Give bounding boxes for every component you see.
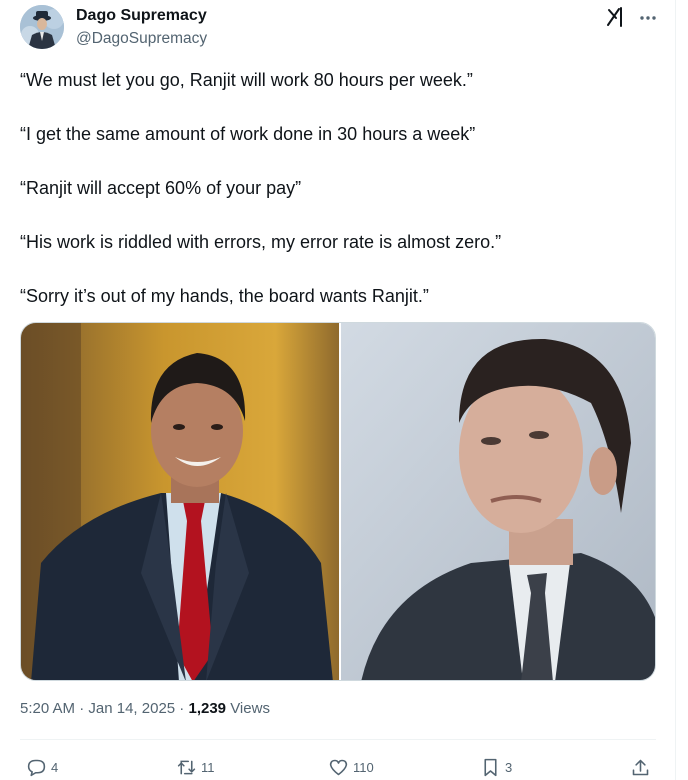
tweet-line: “I get the same amount of work done in 3…	[20, 124, 476, 144]
tweet-line: “Sorry it’s out of my hands, the board w…	[20, 286, 429, 306]
display-name[interactable]: Dago Supremacy	[76, 7, 207, 25]
reply-icon	[27, 759, 46, 776]
repost-button[interactable]: 11	[176, 755, 215, 779]
like-count: 110	[353, 759, 374, 775]
tweet-date[interactable]: Jan 14, 2025	[88, 700, 175, 717]
bookmark-button[interactable]: 3	[480, 755, 512, 779]
tweet-line: “We must let you go, Ranjit will work 80…	[20, 70, 473, 90]
share-button[interactable]	[630, 755, 651, 779]
reply-button[interactable]: 4	[26, 755, 58, 779]
repost-count: 11	[201, 759, 215, 775]
tweet-time[interactable]: 5:20 AM	[20, 700, 75, 717]
like-button[interactable]: 110	[328, 755, 374, 779]
meta-separator: ·	[75, 700, 89, 717]
bookmark-icon	[484, 758, 497, 776]
grok-icon[interactable]	[604, 5, 628, 29]
more-icon[interactable]	[638, 8, 658, 28]
tweet-line: “His work is riddled with errors, my err…	[20, 232, 502, 252]
bookmark-count: 3	[505, 759, 513, 775]
share-icon	[632, 759, 649, 775]
tweet-card: Dago Supremacy @DagoSupremacy “We must l…	[0, 0, 676, 780]
handle[interactable]: @DagoSupremacy	[76, 30, 207, 48]
views-count: 1,239	[188, 700, 227, 717]
like-icon	[329, 759, 348, 775]
tweet-line: “Ranjit will accept 60% of your pay”	[20, 178, 302, 198]
divider	[20, 739, 656, 740]
meta-separator: ·	[175, 700, 189, 717]
photo-smiling-man[interactable]	[21, 323, 339, 680]
repost-icon	[177, 760, 196, 774]
media-grid	[20, 322, 656, 681]
photo-crying-man[interactable]	[341, 323, 655, 680]
tweet-meta: 5:20 AM · Jan 14, 2025 · 1,239 Views	[20, 700, 270, 717]
reply-count: 4	[51, 759, 59, 775]
views-label: Views	[226, 700, 270, 717]
avatar[interactable]	[20, 5, 64, 49]
